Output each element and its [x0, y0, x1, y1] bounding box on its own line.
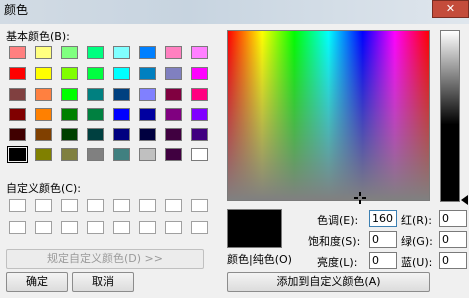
basic-color-swatch[interactable]: [191, 148, 208, 161]
basic-color-swatch[interactable]: [191, 108, 208, 121]
basic-color-swatch[interactable]: [35, 128, 52, 141]
basic-color-swatch[interactable]: [139, 67, 156, 80]
crosshair-icon: [354, 192, 366, 204]
basic-color-swatch[interactable]: [61, 108, 78, 121]
basic-color-swatch[interactable]: [87, 128, 104, 141]
custom-color-slot[interactable]: [35, 199, 52, 212]
custom-color-slot[interactable]: [139, 221, 156, 234]
hue-label: 色调(E):: [317, 214, 359, 227]
custom-color-slot[interactable]: [113, 221, 130, 234]
basic-color-swatch[interactable]: [139, 88, 156, 101]
custom-color-slot[interactable]: [191, 199, 208, 212]
green-field[interactable]: 0: [439, 231, 467, 248]
close-button[interactable]: ✕: [432, 0, 469, 18]
basic-color-swatch[interactable]: [165, 67, 182, 80]
basic-colors-label: 基本颜色(B):: [6, 30, 70, 43]
custom-colors-label: 自定义颜色(C):: [6, 182, 81, 195]
basic-color-swatch[interactable]: [113, 88, 130, 101]
basic-color-swatch[interactable]: [113, 148, 130, 161]
custom-color-slot[interactable]: [35, 221, 52, 234]
basic-color-swatch[interactable]: [61, 46, 78, 59]
blue-label: 蓝(U):: [401, 256, 433, 269]
preview-label: 颜色|纯色(O): [227, 253, 292, 266]
basic-color-swatch[interactable]: [9, 67, 26, 80]
basic-color-swatch[interactable]: [87, 88, 104, 101]
custom-color-slot[interactable]: [165, 221, 182, 234]
basic-color-swatch[interactable]: [61, 67, 78, 80]
basic-color-swatch[interactable]: [191, 128, 208, 141]
basic-color-swatch[interactable]: [35, 108, 52, 121]
basic-color-swatch[interactable]: [61, 148, 78, 161]
custom-color-slot[interactable]: [9, 221, 26, 234]
basic-color-swatch[interactable]: [165, 46, 182, 59]
basic-color-swatch[interactable]: [191, 46, 208, 59]
basic-color-swatch[interactable]: [35, 46, 52, 59]
basic-color-swatch[interactable]: [9, 128, 26, 141]
define-custom-colors-button[interactable]: 规定自定义颜色(D) >>: [6, 249, 204, 269]
cancel-button[interactable]: 取消: [72, 272, 134, 292]
basic-color-swatch[interactable]: [139, 108, 156, 121]
green-label: 绿(G):: [401, 235, 433, 248]
custom-color-slot[interactable]: [61, 199, 78, 212]
title-bar: 颜色 ✕: [0, 0, 469, 24]
luminance-field[interactable]: 0: [369, 252, 397, 269]
basic-color-swatch[interactable]: [7, 146, 28, 163]
basic-color-swatch[interactable]: [165, 88, 182, 101]
basic-color-swatch[interactable]: [87, 108, 104, 121]
saturation-field[interactable]: 0: [369, 231, 397, 248]
luminance-label: 亮度(L):: [317, 256, 358, 269]
basic-color-swatch[interactable]: [191, 88, 208, 101]
custom-color-slot[interactable]: [165, 199, 182, 212]
basic-color-swatch[interactable]: [87, 148, 104, 161]
basic-color-swatch[interactable]: [9, 108, 26, 121]
blue-field[interactable]: 0: [439, 252, 467, 269]
hue-field[interactable]: 160: [369, 210, 397, 227]
custom-color-slot[interactable]: [87, 199, 104, 212]
basic-color-swatch[interactable]: [9, 88, 26, 101]
basic-color-swatch[interactable]: [113, 46, 130, 59]
basic-color-swatch[interactable]: [139, 46, 156, 59]
saturation-label: 饱和度(S):: [308, 235, 361, 248]
basic-color-swatch[interactable]: [165, 108, 182, 121]
luminosity-arrow-icon[interactable]: [461, 195, 468, 205]
red-field[interactable]: 0: [439, 210, 467, 227]
custom-color-slot[interactable]: [139, 199, 156, 212]
basic-color-swatch[interactable]: [139, 128, 156, 141]
basic-color-swatch[interactable]: [113, 67, 130, 80]
basic-color-swatch[interactable]: [61, 88, 78, 101]
basic-color-swatch[interactable]: [61, 128, 78, 141]
custom-color-slot[interactable]: [9, 199, 26, 212]
ok-button[interactable]: 确定: [6, 272, 68, 292]
add-to-custom-colors-button[interactable]: 添加到自定义颜色(A): [227, 272, 430, 292]
basic-color-swatch[interactable]: [165, 128, 182, 141]
color-spectrum[interactable]: [227, 30, 430, 201]
basic-color-swatch[interactable]: [35, 88, 52, 101]
basic-color-swatch[interactable]: [165, 148, 182, 161]
basic-color-swatch[interactable]: [87, 46, 104, 59]
basic-color-swatch[interactable]: [9, 46, 26, 59]
basic-color-swatch[interactable]: [191, 67, 208, 80]
custom-color-slot[interactable]: [113, 199, 130, 212]
basic-color-swatch[interactable]: [87, 67, 104, 80]
basic-color-swatch[interactable]: [139, 148, 156, 161]
basic-color-swatch[interactable]: [35, 148, 52, 161]
luminosity-bar[interactable]: [440, 30, 460, 202]
color-preview: [227, 209, 282, 248]
custom-color-slot[interactable]: [61, 221, 78, 234]
basic-color-swatch[interactable]: [113, 128, 130, 141]
basic-color-swatch[interactable]: [35, 67, 52, 80]
window-title: 颜色: [4, 3, 29, 17]
red-label: 红(R):: [401, 214, 432, 227]
custom-color-slot[interactable]: [191, 221, 208, 234]
custom-color-slot[interactable]: [87, 221, 104, 234]
basic-color-swatch[interactable]: [113, 108, 130, 121]
